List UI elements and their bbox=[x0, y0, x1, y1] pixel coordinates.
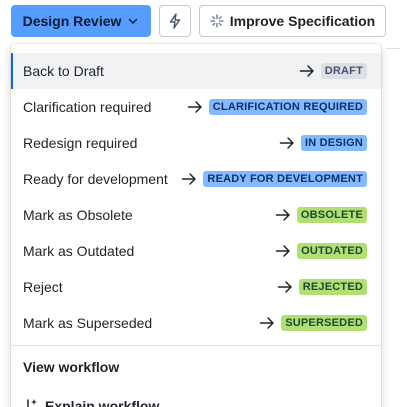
arrow-right-icon bbox=[275, 245, 290, 257]
transition-target: READY FOR DEVELOPMENT bbox=[181, 171, 367, 187]
chevron-down-icon bbox=[129, 18, 138, 24]
automation-button[interactable] bbox=[159, 5, 191, 37]
status-lozenge: OBSOLETE bbox=[296, 207, 367, 223]
transition-menu: Back to Draft DRAFT Clarification required… bbox=[11, 44, 381, 407]
status-dropdown-button[interactable]: Design Review bbox=[11, 5, 151, 37]
transition-item[interactable]: Clarification required CLARIFICATION REQU… bbox=[11, 89, 381, 125]
arrow-right-icon bbox=[299, 65, 314, 77]
view-workflow-item[interactable]: View workflow bbox=[11, 349, 381, 385]
transition-label: Back to Draft bbox=[23, 63, 104, 79]
arrow-right-icon bbox=[259, 317, 274, 329]
transition-label: Ready for development bbox=[23, 171, 168, 187]
arrow-right-icon bbox=[182, 173, 197, 185]
arrow-right-icon bbox=[187, 101, 202, 113]
transition-item[interactable]: Ready for development READY FOR DEVELOPME… bbox=[11, 161, 381, 197]
status-label: Design Review bbox=[22, 13, 122, 29]
transition-item[interactable]: Reject REJECTED bbox=[11, 269, 381, 305]
lightning-icon bbox=[169, 13, 181, 29]
view-workflow-label: View workflow bbox=[23, 359, 120, 375]
transition-target: OUTDATED bbox=[275, 243, 367, 259]
explain-workflow-label: Explain workflow bbox=[45, 398, 160, 407]
transition-item[interactable]: Mark as Obsolete OBSOLETE bbox=[11, 197, 381, 233]
transition-label: Clarification required bbox=[23, 99, 152, 115]
transition-item[interactable]: Mark as Superseded SUPERSEDED bbox=[11, 305, 381, 341]
transition-target: CLARIFICATION REQUIRED bbox=[187, 99, 367, 115]
explain-workflow-item[interactable]: Explain workflow bbox=[11, 388, 381, 407]
status-lozenge: IN DESIGN bbox=[300, 135, 367, 151]
arrow-right-icon bbox=[275, 209, 290, 221]
transition-label: Reject bbox=[23, 279, 63, 295]
status-lozenge: SUPERSEDED bbox=[281, 315, 367, 331]
transition-target: OBSOLETE bbox=[275, 207, 367, 223]
background-divider bbox=[386, 48, 400, 49]
status-lozenge: DRAFT bbox=[320, 63, 367, 79]
toolbar: Design Review Improve Specification bbox=[0, 0, 400, 44]
improve-specification-button[interactable]: Improve Specification bbox=[199, 5, 386, 37]
arrow-right-icon bbox=[277, 281, 292, 293]
ai-sparkle-icon bbox=[27, 399, 37, 407]
transition-item[interactable]: Back to Draft DRAFT bbox=[11, 53, 381, 89]
menu-divider bbox=[11, 345, 381, 346]
status-lozenge: CLARIFICATION REQUIRED bbox=[208, 99, 367, 115]
transition-target: IN DESIGN bbox=[279, 135, 367, 151]
sparkle-icon bbox=[210, 14, 224, 28]
transition-item[interactable]: Redesign required IN DESIGN bbox=[11, 125, 381, 161]
status-lozenge: REJECTED bbox=[298, 279, 367, 295]
transition-label: Mark as Obsolete bbox=[23, 207, 133, 223]
transition-label: Mark as Superseded bbox=[23, 315, 153, 331]
transition-target: DRAFT bbox=[299, 63, 367, 79]
arrow-right-icon bbox=[279, 137, 294, 149]
status-lozenge: OUTDATED bbox=[297, 243, 367, 259]
transition-label: Redesign required bbox=[23, 135, 138, 151]
improve-label: Improve Specification bbox=[229, 13, 376, 29]
status-lozenge: READY FOR DEVELOPMENT bbox=[203, 171, 367, 187]
transition-target: SUPERSEDED bbox=[259, 315, 367, 331]
transition-target: REJECTED bbox=[277, 279, 367, 295]
transition-item[interactable]: Mark as Outdated OUTDATED bbox=[11, 233, 381, 269]
transition-label: Mark as Outdated bbox=[23, 243, 135, 259]
